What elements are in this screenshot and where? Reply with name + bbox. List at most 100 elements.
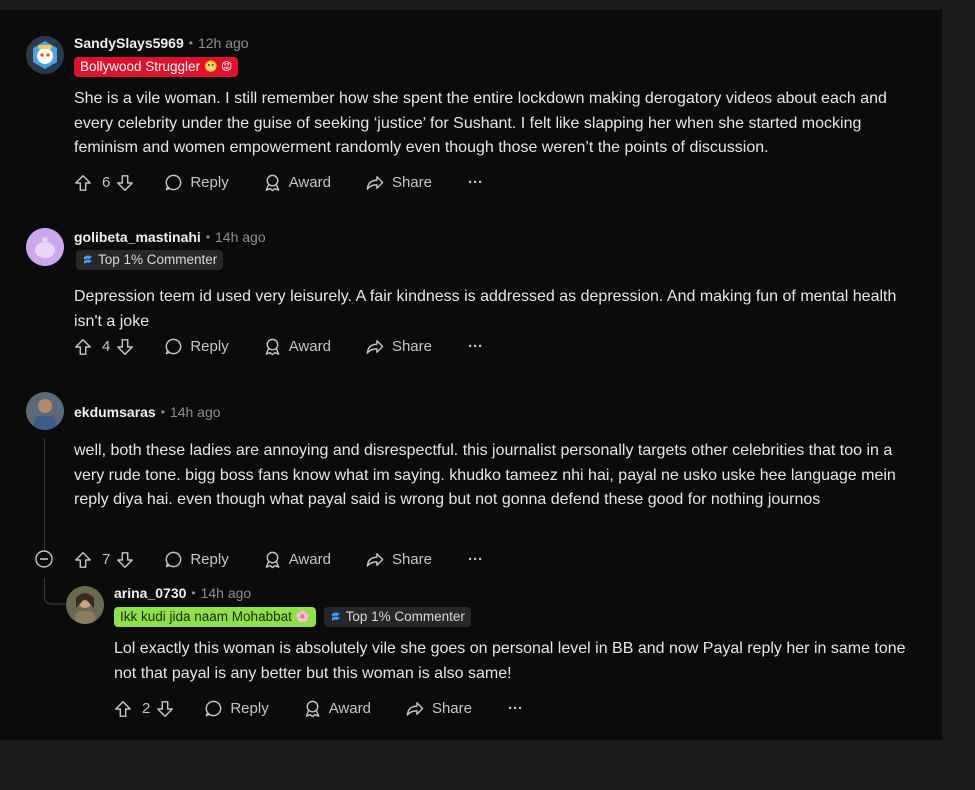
- flair-emoji: 🌸: [295, 611, 310, 623]
- username[interactable]: ekdumsaras: [74, 404, 156, 420]
- downvote-icon: [117, 338, 134, 355]
- vote-count: 6: [102, 174, 111, 191]
- upvote-button[interactable]: [74, 551, 92, 569]
- upvote-icon: [115, 700, 131, 717]
- username[interactable]: arina_0730: [114, 585, 186, 601]
- downvote-button[interactable]: [116, 338, 134, 356]
- comment-meta: SandySlays5969 • 12h ago: [74, 35, 249, 51]
- share-label: Share: [431, 700, 472, 717]
- downvote-button[interactable]: [116, 174, 134, 192]
- flair-row: Top 1% Commenter: [76, 250, 224, 270]
- reply-button[interactable]: Reply: [164, 337, 229, 356]
- award-button[interactable]: Award: [263, 550, 331, 569]
- comments-panel: SandySlays5969 • 12h ago Bollywood Strug…: [0, 10, 942, 740]
- top-commenter-flair: Top 1% Commenter: [323, 607, 471, 627]
- share-label: Share: [391, 174, 432, 191]
- more-options-icon: ···: [507, 700, 523, 717]
- more-options-icon: ···: [467, 338, 483, 355]
- comment-actions: 6 Reply Award Share ···: [74, 173, 483, 192]
- downvote-button[interactable]: [116, 551, 134, 569]
- reply-connector: [43, 578, 68, 605]
- award-button[interactable]: Award: [263, 337, 331, 356]
- timestamp[interactable]: 14h ago: [201, 585, 252, 601]
- collapse-thread-button[interactable]: [35, 550, 53, 568]
- avatar[interactable]: [26, 228, 64, 266]
- share-label: Share: [391, 551, 432, 568]
- upvote-button[interactable]: [114, 700, 132, 718]
- downvote-icon: [117, 551, 134, 568]
- upvote-button[interactable]: [74, 338, 92, 356]
- award-icon: [265, 174, 280, 192]
- comment-meta: ekdumsaras • 14h ago: [74, 404, 221, 420]
- avatar[interactable]: [66, 586, 104, 624]
- share-button[interactable]: Share: [365, 337, 432, 356]
- reply-icon: [165, 174, 182, 191]
- share-icon: [366, 176, 384, 190]
- downvote-button[interactable]: [156, 700, 174, 718]
- more-options-button[interactable]: ···: [468, 338, 483, 355]
- flair-text: Ikk kudi jida naam Mohabbat: [120, 609, 292, 624]
- upvote-icon: [75, 338, 91, 355]
- share-label: Share: [391, 338, 432, 355]
- flair-text: Top 1% Commenter: [345, 609, 465, 624]
- comment-meta: arina_0730 • 14h ago: [114, 585, 251, 601]
- snoo-avatar-icon: [26, 228, 64, 266]
- comment-body: Depression teem id used very leisurely. …: [74, 288, 897, 330]
- username[interactable]: SandySlays5969: [74, 35, 184, 51]
- avatar[interactable]: [26, 36, 64, 74]
- reply-label: Reply: [190, 338, 229, 355]
- flair-text: Top 1% Commenter: [98, 252, 218, 267]
- award-icon: [305, 700, 320, 718]
- user-photo-icon: [26, 392, 64, 430]
- separator-dot: •: [205, 230, 211, 244]
- award-icon: [265, 338, 280, 356]
- user-photo-icon: [66, 586, 104, 624]
- downvote-icon: [157, 700, 174, 717]
- more-options-button[interactable]: ···: [508, 700, 523, 717]
- separator-dot: •: [188, 36, 193, 50]
- reply-label: Reply: [230, 700, 269, 717]
- separator-dot: •: [191, 586, 196, 600]
- more-options-button[interactable]: ···: [468, 174, 483, 191]
- reply-button[interactable]: Reply: [204, 699, 269, 718]
- share-icon: [406, 702, 424, 716]
- share-button[interactable]: Share: [365, 550, 432, 569]
- upvote-icon: [75, 551, 91, 568]
- award-button[interactable]: Award: [263, 173, 331, 192]
- reply-button[interactable]: Reply: [164, 550, 229, 569]
- flair-text: Bollywood Struggler: [80, 59, 201, 74]
- more-options-button[interactable]: ···: [468, 551, 483, 568]
- user-flair: Ikk kudi jida naam Mohabbat 🌸: [114, 607, 316, 627]
- comment-body: well, both these ladies are annoying and…: [74, 442, 896, 508]
- avatar[interactable]: [26, 392, 64, 430]
- top-commenter-icon: [331, 612, 340, 621]
- user-flair: Bollywood Struggler 😬 😡: [74, 57, 239, 77]
- top-commenter-icon: [84, 255, 92, 264]
- vote-count: 2: [142, 700, 151, 717]
- reply-button[interactable]: Reply: [164, 173, 229, 192]
- separator-dot: •: [160, 405, 165, 419]
- more-options-icon: ···: [467, 174, 483, 191]
- timestamp[interactable]: 12h ago: [198, 35, 249, 51]
- timestamp[interactable]: 14h ago: [170, 404, 221, 420]
- award-label: Award: [288, 338, 331, 355]
- award-label: Award: [288, 551, 331, 568]
- vote-count: 4: [102, 338, 111, 355]
- flair-row: Bollywood Struggler 😬 😡: [74, 57, 239, 77]
- award-label: Award: [328, 700, 371, 717]
- top-commenter-flair: Top 1% Commenter: [76, 250, 224, 270]
- reply-icon: [205, 700, 222, 717]
- comment-actions: 2 Reply Award Share ···: [114, 699, 523, 718]
- reply-icon: [165, 551, 182, 568]
- upvote-button[interactable]: [74, 174, 92, 192]
- thread-line: [44, 438, 45, 550]
- username[interactable]: golibeta_mastinahi: [74, 229, 201, 245]
- timestamp[interactable]: 14h ago: [215, 229, 266, 245]
- share-icon: [366, 553, 384, 567]
- upvote-icon: [75, 174, 91, 191]
- award-button[interactable]: Award: [303, 699, 371, 718]
- share-button[interactable]: Share: [365, 173, 432, 192]
- reply-icon: [165, 338, 182, 355]
- reply-label: Reply: [190, 174, 229, 191]
- share-button[interactable]: Share: [405, 699, 472, 718]
